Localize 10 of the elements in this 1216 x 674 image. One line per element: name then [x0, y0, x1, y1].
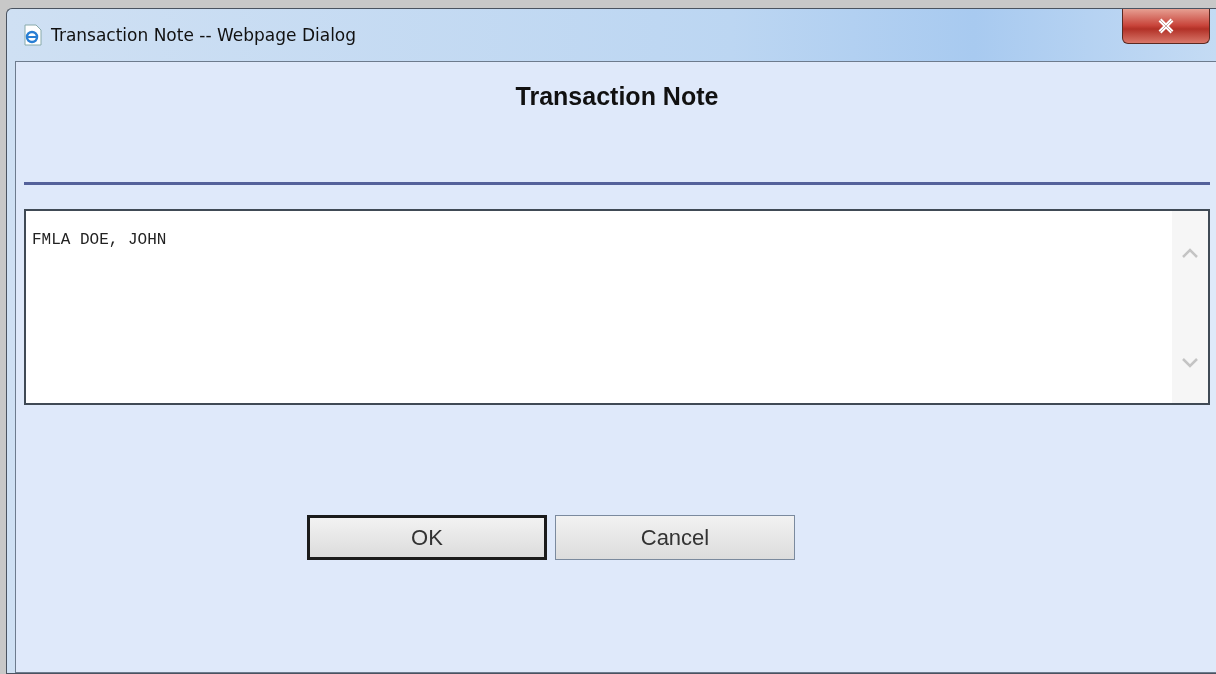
close-icon: [1156, 17, 1176, 34]
cancel-button[interactable]: Cancel: [555, 515, 795, 560]
window-title: Transaction Note -- Webpage Dialog: [51, 25, 357, 45]
note-field[interactable]: FMLA DOE, JOHN: [24, 209, 1210, 405]
ok-button[interactable]: OK: [307, 515, 547, 560]
scroll-up-icon[interactable]: [1181, 247, 1199, 259]
close-button[interactable]: [1122, 9, 1210, 44]
dialog-heading: Transaction Note: [514, 81, 720, 112]
scroll-down-icon[interactable]: [1181, 357, 1199, 369]
browser-page-icon: [21, 24, 43, 46]
